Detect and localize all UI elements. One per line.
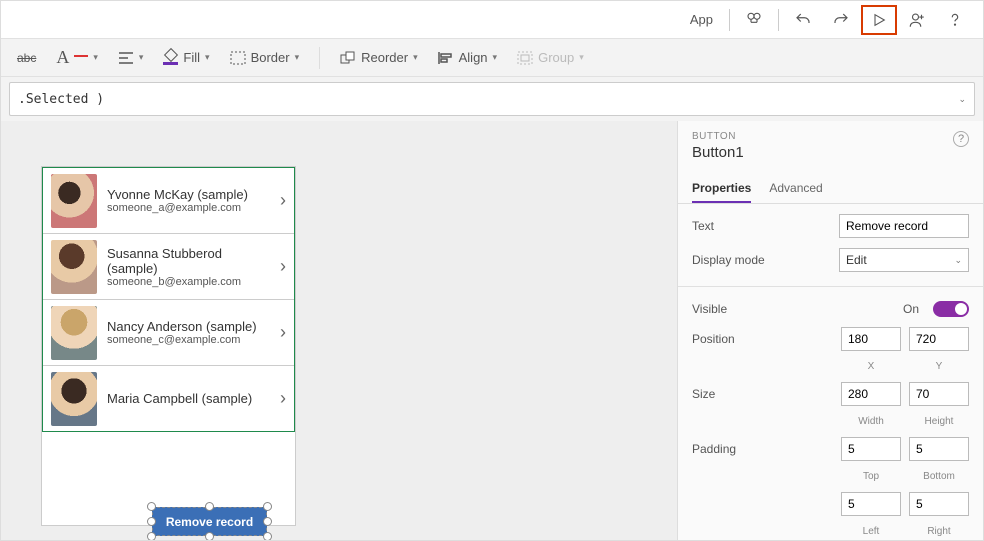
align-button[interactable]: Align▾: [432, 47, 503, 68]
control-type: BUTTON: [692, 131, 969, 142]
resize-handle[interactable]: [147, 517, 156, 526]
checker-icon[interactable]: [736, 5, 772, 35]
border-label: Border: [251, 50, 290, 65]
play-button[interactable]: [861, 5, 897, 35]
list-item[interactable]: Yvonne McKay (sample) someone_a@example.…: [43, 168, 294, 234]
help-button[interactable]: [937, 5, 973, 35]
fill-label: Fill: [183, 50, 200, 65]
contact-email: someone_a@example.com: [107, 202, 270, 214]
phone-frame: Yvonne McKay (sample) someone_a@example.…: [41, 166, 296, 526]
x-sublabel: X: [841, 361, 901, 372]
chevron-down-icon: ⌄: [954, 255, 962, 266]
redo-button[interactable]: [823, 5, 859, 35]
list-item[interactable]: Maria Campbell (sample) ›: [43, 366, 294, 432]
toolbar-separator: [729, 9, 730, 31]
chevron-right-icon[interactable]: ›: [280, 256, 286, 277]
padding-left-input[interactable]: [841, 492, 901, 516]
formula-text: .Selected ): [18, 92, 104, 107]
prop-displaymode-label: Display mode: [692, 253, 831, 267]
prop-size-label: Size: [692, 387, 833, 401]
text-align-button[interactable]: ▾: [112, 48, 150, 68]
font-button[interactable]: A▾: [50, 44, 104, 71]
app-root: App abc A▾ ▾ Fill▾ Border▾ Reorder▾ Alig…: [0, 0, 984, 541]
width-sublabel: Width: [841, 416, 901, 427]
expand-formula-icon[interactable]: ⌄: [958, 94, 966, 105]
contact-name: Maria Campbell (sample): [107, 391, 270, 406]
resize-handle[interactable]: [263, 502, 272, 511]
contact-email: someone_b@example.com: [107, 276, 270, 288]
tab-advanced[interactable]: Advanced: [769, 175, 822, 203]
control-name[interactable]: Button1: [692, 144, 969, 161]
prop-position-label: Position: [692, 332, 833, 346]
toolbar-separator: [778, 9, 779, 31]
resize-handle[interactable]: [263, 532, 272, 540]
bottom-sublabel: Bottom: [909, 471, 969, 482]
prop-text-input[interactable]: [839, 214, 969, 238]
toggle-on-label: On: [903, 302, 919, 316]
app-menu[interactable]: App: [680, 12, 723, 27]
panel-help-icon[interactable]: ?: [953, 131, 969, 147]
padding-bottom-input[interactable]: [909, 437, 969, 461]
chevron-right-icon[interactable]: ›: [280, 388, 286, 409]
list-item[interactable]: Nancy Anderson (sample) someone_c@exampl…: [43, 300, 294, 366]
avatar: [51, 174, 97, 228]
prop-text-label: Text: [692, 219, 831, 233]
top-sublabel: Top: [841, 471, 901, 482]
formula-bar[interactable]: .Selected ) ⌄: [9, 82, 975, 116]
contact-name: Nancy Anderson (sample): [107, 319, 270, 334]
tab-properties[interactable]: Properties: [692, 175, 751, 203]
prop-visible-label: Visible: [692, 302, 895, 316]
resize-handle[interactable]: [263, 517, 272, 526]
border-button[interactable]: Border▾: [224, 47, 306, 68]
resize-handle[interactable]: [147, 502, 156, 511]
resize-handle[interactable]: [205, 532, 214, 540]
right-sublabel: Right: [909, 526, 969, 537]
resize-handle[interactable]: [147, 532, 156, 540]
avatar: [51, 372, 97, 426]
position-x-input[interactable]: [841, 327, 901, 351]
prop-displaymode-value: Edit: [846, 253, 867, 267]
panel-tabs: Properties Advanced: [678, 175, 983, 204]
contact-email: someone_c@example.com: [107, 334, 270, 346]
group-label: Group: [538, 50, 574, 65]
align-label: Align: [459, 50, 488, 65]
share-button[interactable]: [899, 5, 935, 35]
main-area: Yvonne McKay (sample) someone_a@example.…: [1, 121, 983, 540]
size-height-input[interactable]: [909, 382, 969, 406]
top-toolbar: App: [1, 1, 983, 39]
gallery[interactable]: Yvonne McKay (sample) someone_a@example.…: [42, 167, 295, 432]
prop-displaymode-select[interactable]: Edit ⌄: [839, 248, 969, 272]
chevron-right-icon[interactable]: ›: [280, 190, 286, 211]
padding-right-input[interactable]: [909, 492, 969, 516]
avatar: [51, 306, 97, 360]
avatar: [51, 240, 97, 294]
contact-name: Yvonne McKay (sample): [107, 187, 270, 202]
resize-handle[interactable]: [205, 502, 214, 511]
group-button: Group▾: [511, 47, 590, 68]
size-width-input[interactable]: [841, 382, 901, 406]
visible-toggle[interactable]: [933, 301, 969, 317]
strikethrough-button[interactable]: abc: [11, 48, 42, 68]
position-y-input[interactable]: [909, 327, 969, 351]
y-sublabel: Y: [909, 361, 969, 372]
format-toolbar: abc A▾ ▾ Fill▾ Border▾ Reorder▾ Align▾ G…: [1, 39, 983, 77]
canvas[interactable]: Yvonne McKay (sample) someone_a@example.…: [1, 121, 677, 540]
reorder-label: Reorder: [361, 50, 408, 65]
properties-panel: ? BUTTON Button1 Properties Advanced Tex…: [677, 121, 983, 540]
selected-button-wrapper[interactable]: Remove record: [152, 507, 267, 536]
reorder-button[interactable]: Reorder▾: [334, 47, 424, 68]
undo-button[interactable]: [785, 5, 821, 35]
fill-button[interactable]: Fill▾: [157, 47, 215, 68]
chevron-right-icon[interactable]: ›: [280, 322, 286, 343]
contact-name: Susanna Stubberod (sample): [107, 246, 270, 276]
divider: [678, 286, 983, 287]
toolbar-separator: [319, 47, 320, 69]
prop-padding-label: Padding: [692, 442, 833, 456]
height-sublabel: Height: [909, 416, 969, 427]
list-item[interactable]: Susanna Stubberod (sample) someone_b@exa…: [43, 234, 294, 300]
padding-top-input[interactable]: [841, 437, 901, 461]
left-sublabel: Left: [841, 526, 901, 537]
